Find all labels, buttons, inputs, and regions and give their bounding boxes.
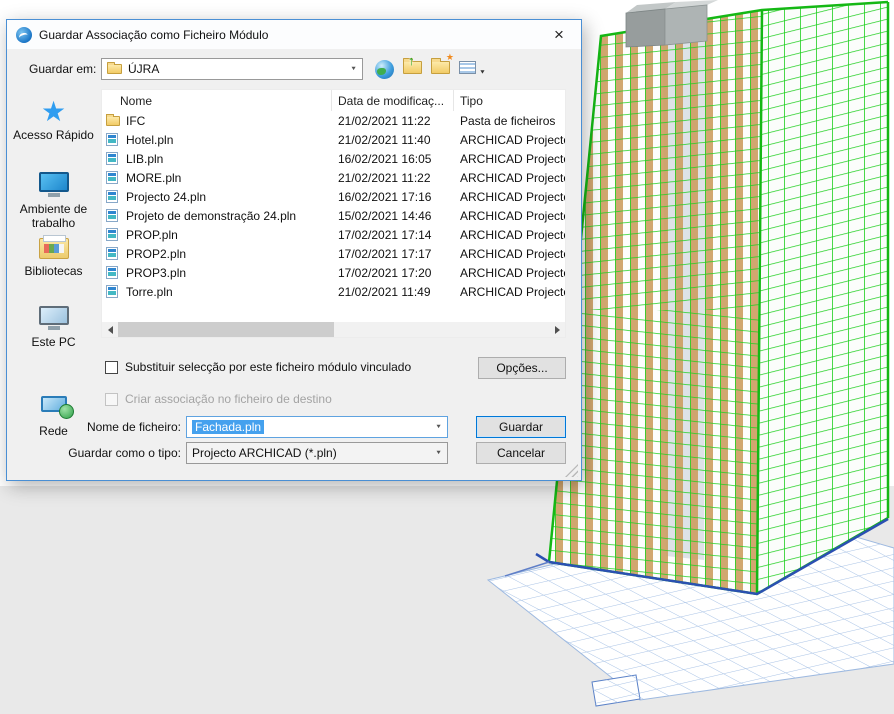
file-row[interactable]: Hotel.pln 21/02/2021 11:40 ARCHICAD Proj…	[102, 130, 565, 149]
file-row[interactable]: PROP3.pln 17/02/2021 17:20 ARCHICAD Proj…	[102, 263, 565, 282]
sidebar-item-desktop[interactable]: Ambiente de trabalho	[7, 172, 100, 230]
file-row[interactable]: LIB.pln 16/02/2021 16:05 ARCHICAD Projec…	[102, 149, 565, 168]
close-button[interactable]: ×	[537, 20, 581, 49]
resize-grip[interactable]	[565, 464, 578, 477]
filetype-label: Guardar como o tipo:	[11, 442, 181, 464]
file-row[interactable]: Torre.pln 21/02/2021 11:49 ARCHICAD Proj…	[102, 282, 565, 301]
network-icon	[41, 396, 67, 412]
computer-icon	[39, 306, 69, 325]
chevron-down-icon[interactable]: ▼	[435, 424, 442, 430]
pln-file-icon	[106, 133, 118, 146]
sidebar-item-quick-access[interactable]: ★ Acesso Rápido	[7, 98, 100, 142]
cancel-button[interactable]: Cancelar	[476, 442, 566, 464]
pln-file-icon	[106, 190, 118, 203]
folder-icon	[106, 116, 120, 126]
column-header-type[interactable]: Tipo	[454, 90, 565, 111]
pln-file-icon	[106, 247, 118, 260]
save-in-value: ÚJRA	[128, 62, 159, 76]
horizontal-scrollbar[interactable]	[102, 322, 565, 337]
create-association-checkbox: Criar associação no ficheiro de destino	[105, 392, 332, 406]
scroll-right-arrow[interactable]	[549, 322, 565, 337]
last-folder-visited-icon[interactable]	[375, 60, 394, 79]
folder-icon	[107, 64, 122, 74]
sidebar-item-libraries[interactable]: Bibliotecas	[7, 238, 100, 278]
desktop-icon	[39, 172, 69, 192]
sparkle-icon: ★	[446, 52, 454, 63]
options-button[interactable]: Opções...	[478, 357, 566, 379]
save-module-dialog: Guardar Associação como Ficheiro Módulo …	[6, 19, 582, 481]
checkbox-box-disabled	[105, 393, 118, 406]
file-row[interactable]: Projecto 24.pln 16/02/2021 17:16 ARCHICA…	[102, 187, 565, 206]
file-row[interactable]: IFC 21/02/2021 11:22 Pasta de ficheiros	[102, 111, 565, 130]
checkbox-box[interactable]	[105, 361, 118, 374]
scroll-left-arrow[interactable]	[102, 322, 118, 337]
pln-file-icon	[106, 171, 118, 184]
view-menu-icon[interactable]: ▼	[459, 61, 486, 77]
checkbox-label: Substituir selecção por este ficheiro mó…	[125, 360, 411, 374]
file-row[interactable]: PROP.pln 17/02/2021 17:14 ARCHICAD Proje…	[102, 225, 565, 244]
chevron-down-icon[interactable]: ▼	[435, 450, 442, 456]
pln-file-icon	[106, 285, 118, 298]
dialog-title: Guardar Associação como Ficheiro Módulo	[39, 28, 268, 42]
substitute-selection-checkbox[interactable]: Substituir selecção por este ficheiro mó…	[105, 360, 411, 374]
up-one-level-icon[interactable]: ↑	[403, 61, 422, 77]
file-row[interactable]: PROP2.pln 17/02/2021 17:17 ARCHICAD Proj…	[102, 244, 565, 263]
filetype-value: Projecto ARCHICAD (*.pln)	[192, 446, 337, 460]
new-folder-icon[interactable]: ★	[431, 61, 450, 77]
up-arrow-icon: ↑	[408, 53, 415, 68]
dialog-toolbar: ↑ ★ ▼	[375, 57, 486, 81]
chevron-down-icon: ▼	[479, 70, 486, 76]
file-row[interactable]: Projeto de demonstração 24.pln 15/02/202…	[102, 206, 565, 225]
quick-access-star-icon: ★	[41, 98, 66, 126]
chevron-down-icon[interactable]: ▼	[350, 66, 357, 72]
rooftop-boxes	[626, 0, 718, 47]
file-row[interactable]: MORE.pln 21/02/2021 11:22 ARCHICAD Proje…	[102, 168, 565, 187]
pln-file-icon	[106, 228, 118, 241]
save-in-combobox[interactable]: ÚJRA ▼	[101, 58, 363, 80]
list-header: Nome Data de modificaç... Tipo	[102, 90, 565, 111]
libraries-icon	[39, 238, 69, 259]
filename-label: Nome de ficheiro:	[11, 416, 181, 438]
filetype-combobox[interactable]: Projecto ARCHICAD (*.pln) ▼	[186, 442, 448, 464]
filename-value[interactable]: Fachada.pln	[192, 420, 264, 434]
dialog-titlebar: Guardar Associação como Ficheiro Módulo	[7, 20, 581, 49]
save-in-label: Guardar em:	[29, 58, 96, 80]
pln-file-icon	[106, 266, 118, 279]
scrollbar-thumb[interactable]	[118, 322, 334, 337]
filename-combobox[interactable]: Fachada.pln ▼	[186, 416, 448, 438]
save-button[interactable]: Guardar	[476, 416, 566, 438]
pln-file-icon	[106, 152, 118, 165]
file-list: Nome Data de modificaç... Tipo IFC 21/02…	[101, 89, 566, 338]
pln-file-icon	[106, 209, 118, 222]
column-header-date[interactable]: Data de modificaç...	[332, 90, 454, 111]
archicad-logo-icon	[16, 27, 32, 43]
column-header-name[interactable]: Nome	[102, 90, 332, 111]
checkbox-label-disabled: Criar associação no ficheiro de destino	[125, 392, 332, 406]
sidebar-item-this-pc[interactable]: Este PC	[7, 306, 100, 349]
